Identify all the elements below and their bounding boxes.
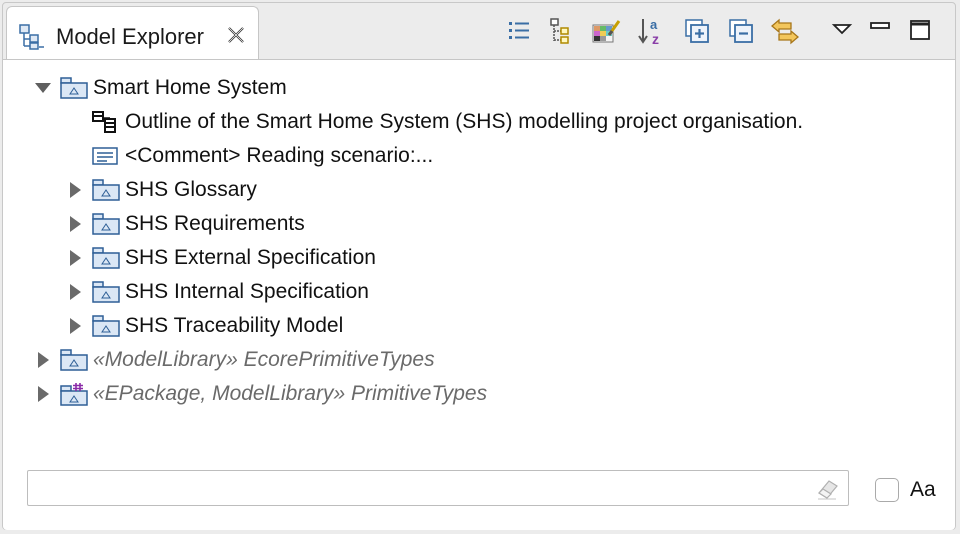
tree-item-primitive-types[interactable]: «EPackage, ModelLibrary» PrimitiveTypes: [33, 378, 487, 410]
epackage-icon: [59, 382, 89, 406]
collapse-all-icon[interactable]: [725, 13, 759, 51]
expand-arrow-icon[interactable]: [33, 383, 55, 405]
tree-item-outline-diagram[interactable]: Outline of the Smart Home System (SHS) m…: [65, 106, 803, 138]
svg-text:z: z: [652, 31, 659, 47]
tree-item-label: Smart Home System: [93, 76, 287, 99]
minimize-icon[interactable]: [865, 13, 899, 51]
package-icon: [91, 212, 121, 236]
package-icon: [59, 76, 89, 100]
link-with-editor-icon[interactable]: [767, 13, 801, 51]
tree-item-label: SHS Requirements: [125, 212, 305, 235]
tree-item-shs-glossary[interactable]: SHS Glossary: [65, 174, 257, 206]
tree-view-icon[interactable]: [545, 13, 579, 51]
tree-item-label: SHS Internal Specification: [125, 280, 369, 303]
tree-item-comment[interactable]: <Comment> Reading scenario:...: [65, 140, 433, 172]
tree-item-shs-internal-specification[interactable]: SHS Internal Specification: [65, 276, 369, 308]
model-explorer-icon: [17, 23, 45, 51]
tree-item-shs-external-specification[interactable]: SHS External Specification: [65, 242, 376, 274]
filter-input[interactable]: [34, 475, 808, 503]
close-icon[interactable]: [225, 24, 247, 46]
sort-alphabetically-icon[interactable]: a z: [635, 13, 669, 51]
list-view-icon[interactable]: [503, 13, 537, 51]
tree-item-label: <Comment> Reading scenario:...: [125, 144, 434, 167]
expand-arrow-icon[interactable]: [65, 179, 87, 201]
tab-model-explorer[interactable]: Model Explorer: [6, 6, 259, 60]
package-icon: [91, 246, 121, 270]
model-explorer-view: Model Explorer a z Smart Home System Out…: [2, 2, 956, 530]
expand-all-icon[interactable]: [681, 13, 715, 51]
filter-field: [27, 470, 849, 506]
package-icon: [91, 178, 121, 202]
diagram-icon: [91, 110, 121, 134]
tree-item-label: SHS Traceability Model: [125, 314, 344, 337]
expand-arrow-icon[interactable]: [65, 281, 87, 303]
customize-icon[interactable]: [589, 13, 623, 51]
tree-item-label: SHS External Specification: [125, 246, 376, 269]
svg-text:a: a: [650, 17, 658, 32]
comment-icon: [91, 144, 121, 168]
view-menu-icon[interactable]: [827, 13, 861, 51]
tree-item-smart-home-system[interactable]: Smart Home System: [33, 72, 287, 104]
view-tab-bar: Model Explorer a z: [3, 3, 955, 61]
case-sensitive-label: Aa: [910, 478, 936, 501]
tree-item-label: Outline of the Smart Home System (SHS) m…: [125, 110, 804, 133]
tree-item-shs-requirements[interactable]: SHS Requirements: [65, 208, 305, 240]
expand-arrow-icon[interactable]: [65, 247, 87, 269]
tree-item-label: «ModelLibrary» EcorePrimitiveTypes: [93, 348, 435, 371]
expand-arrow-icon[interactable]: [65, 213, 87, 235]
expand-arrow-icon[interactable]: [33, 349, 55, 371]
eraser-icon[interactable]: [816, 478, 840, 500]
package-icon: [59, 348, 89, 372]
tree-item-ecore-primitive-types[interactable]: «ModelLibrary» EcorePrimitiveTypes: [33, 344, 435, 376]
package-icon: [91, 280, 121, 304]
tree-item-label: SHS Glossary: [125, 178, 257, 201]
maximize-icon[interactable]: [905, 13, 939, 51]
model-tree: Smart Home System Outline of the Smart H…: [3, 59, 955, 530]
tab-title: Model Explorer: [56, 24, 204, 49]
expand-arrow-icon[interactable]: [65, 315, 87, 337]
case-sensitive-checkbox[interactable]: [875, 478, 899, 502]
tree-item-label: «EPackage, ModelLibrary» PrimitiveTypes: [93, 382, 488, 405]
tree-item-shs-traceability-model[interactable]: SHS Traceability Model: [65, 310, 343, 342]
package-icon: [91, 314, 121, 338]
collapse-arrow-icon[interactable]: [33, 77, 55, 99]
